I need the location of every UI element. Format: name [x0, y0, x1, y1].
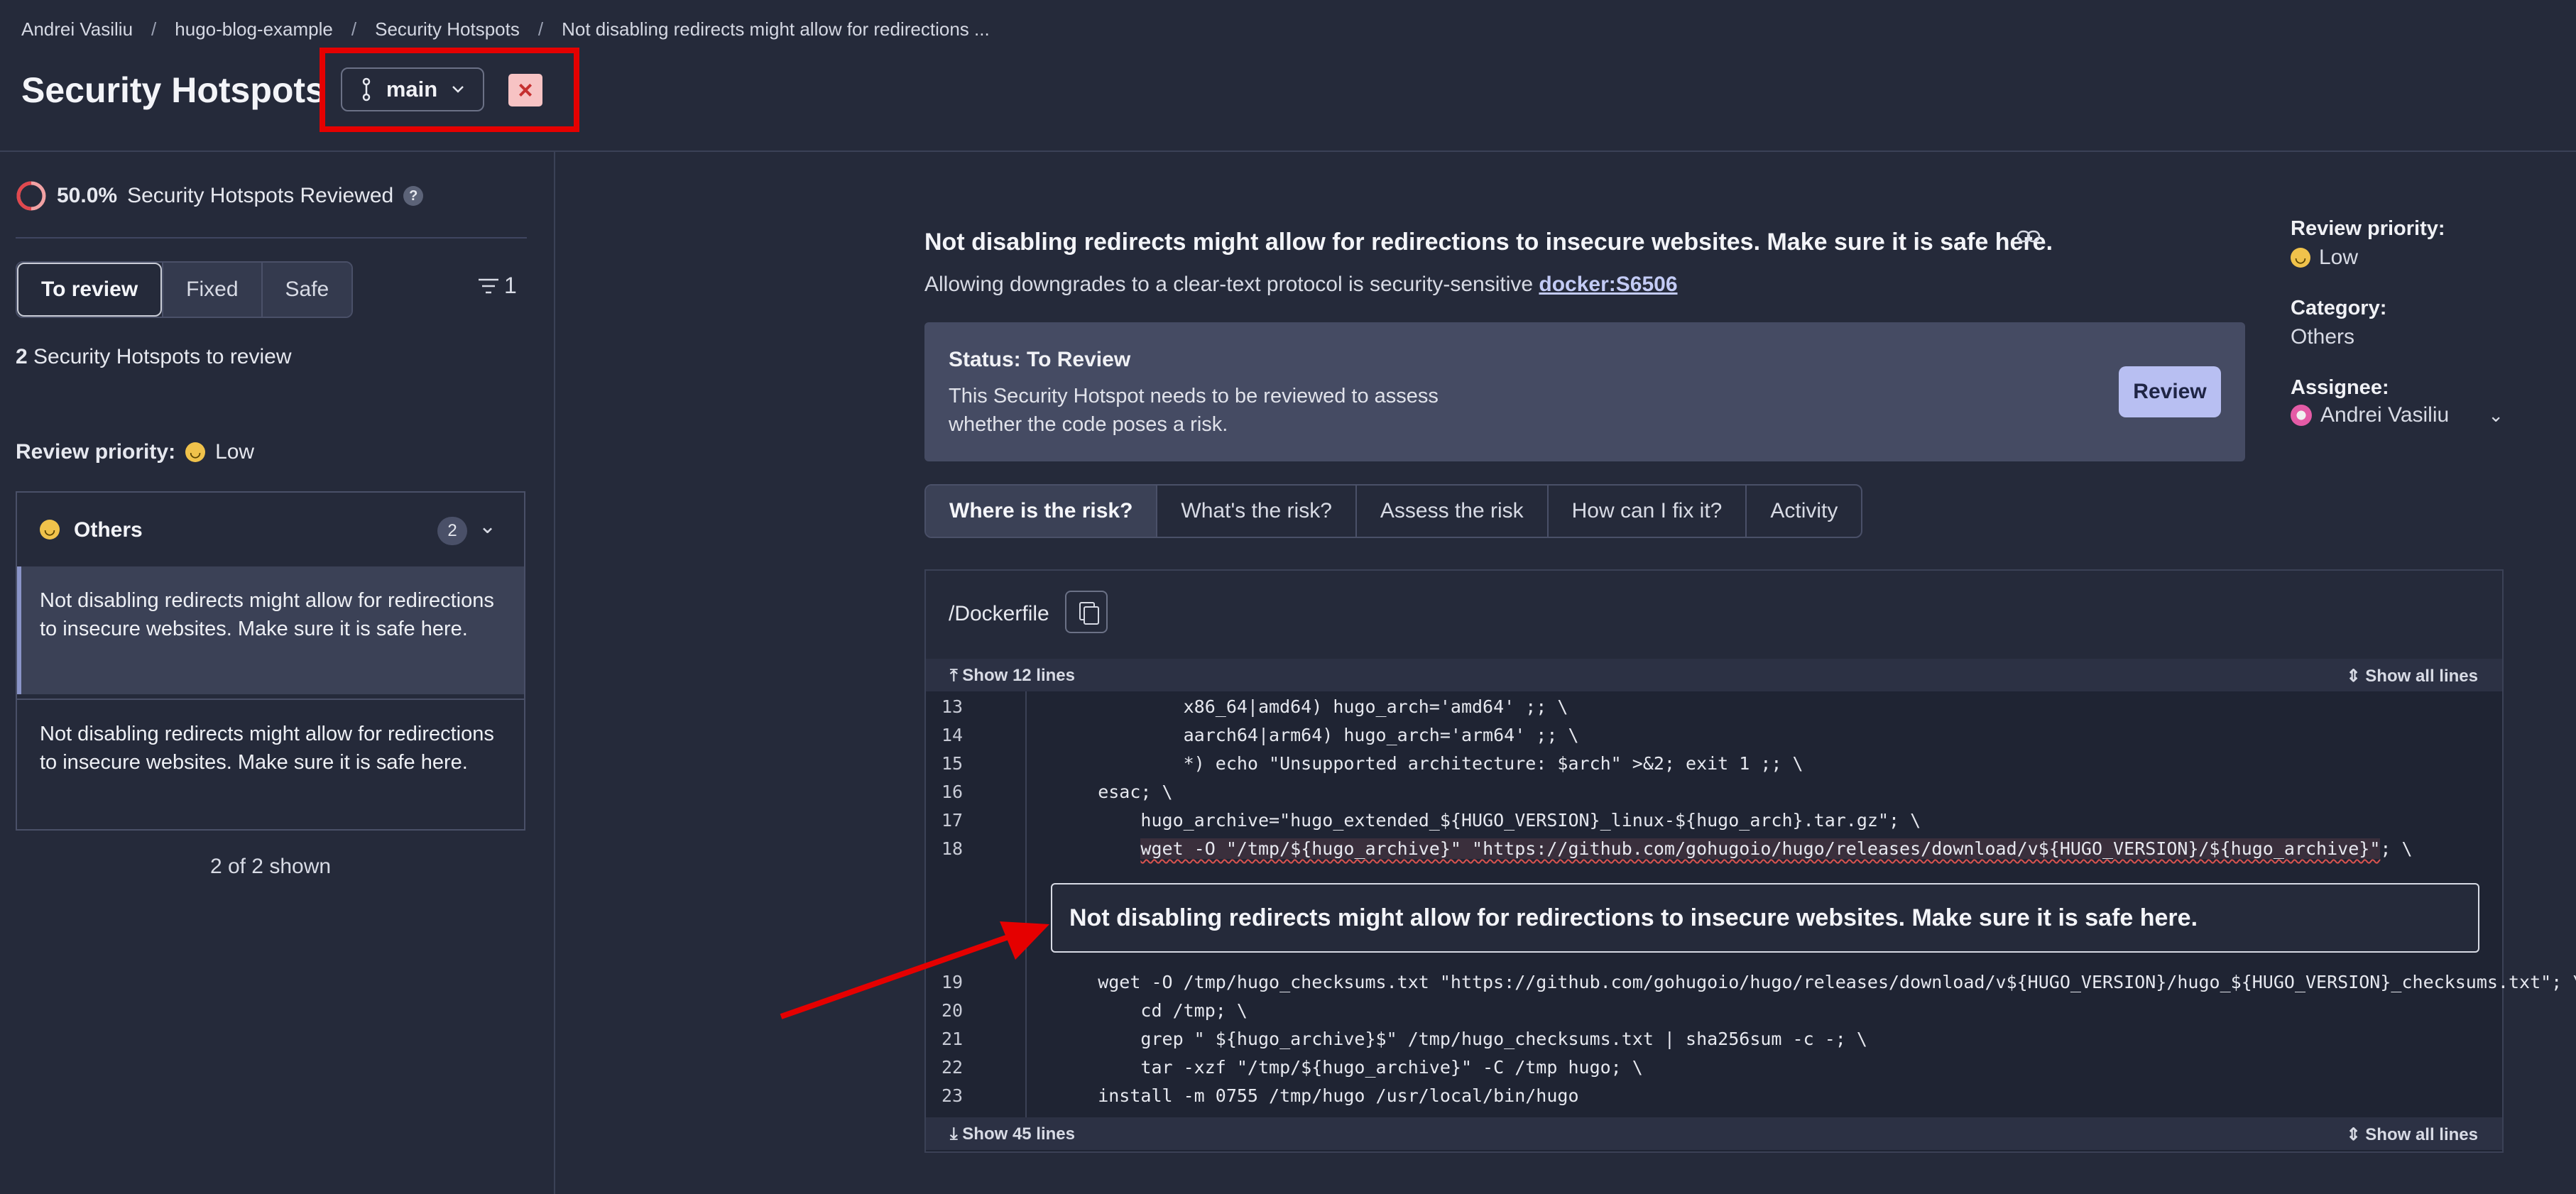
divider	[16, 237, 527, 239]
hotspot-count: 2 Security Hotspots to review	[16, 345, 292, 368]
code-line: 19 wget -O /tmp/hugo_checksums.txt "http…	[942, 972, 2576, 992]
code-line: 14 aarch64|arm64) hugo_arch='arm64' ;; \	[942, 725, 1579, 745]
breadcrumb: Andrei Vasiliu / hugo-blog-example / Sec…	[21, 18, 990, 40]
hotspot-list-item[interactable]: Not disabling redirects might allow for …	[17, 566, 524, 694]
category-header[interactable]: ◡ Others 2 ⌄	[17, 493, 524, 566]
status-box: Status: To Review This Security Hotspot …	[924, 322, 2245, 461]
progress-ring-icon	[16, 181, 46, 211]
chevron-down-icon: ⌄	[2488, 404, 2504, 426]
show-all-lines-button[interactable]: ⇕ Show all lines	[2347, 1124, 2479, 1145]
annotation-arrow	[780, 921, 1049, 1019]
shown-count: 2 of 2 shown	[209, 855, 332, 878]
hotspot-tabs: Where is the risk? What's the risk? Asse…	[924, 484, 1863, 538]
tab-fixed[interactable]: Fixed	[162, 263, 261, 317]
status-filter-tabs: To review Fixed Safe	[16, 261, 354, 318]
low-priority-icon: ◡	[40, 520, 60, 540]
category-panel: ◡ Others 2 ⌄ Not disabling redirects mig…	[16, 491, 525, 831]
progress-percent: 50.0%	[57, 184, 118, 207]
tab-whats-the-risk[interactable]: What's the risk?	[1156, 486, 1355, 537]
low-priority-icon: ◡	[185, 442, 206, 462]
file-path: /Dockerfile	[949, 602, 1049, 625]
code-line: 16 esac; \	[942, 782, 1173, 802]
rule-description: Allowing downgrades to a clear-text prot…	[924, 273, 1678, 296]
code-line: 17 hugo_archive="hugo_extended_${HUGO_VE…	[942, 810, 1921, 831]
show-all-lines-button[interactable]: ⇕ Show all lines	[2347, 666, 2479, 686]
progress-label: Security Hotspots Reviewed	[127, 184, 394, 207]
breadcrumb-current: Not disabling redirects might allow for …	[562, 18, 990, 40]
show-lines-below-button[interactable]: ⤓ Show 45 lines	[950, 1124, 1075, 1144]
review-button[interactable]: Review	[2119, 366, 2221, 417]
copy-icon[interactable]	[1065, 591, 1108, 633]
low-priority-icon: ◡	[2291, 248, 2310, 268]
tab-how-can-i-fix-it[interactable]: How can I fix it?	[1546, 486, 1746, 537]
flagged-code-line: 18 wget -O "/tmp/${hugo_archive}" "https…	[942, 838, 2413, 859]
page-title: Security Hotspots	[21, 70, 325, 110]
annotation-highlight-box	[320, 48, 579, 132]
breadcrumb-user[interactable]: Andrei Vasiliu	[21, 18, 133, 40]
code-line: 21 grep " ${hugo_archive}$" /tmp/hugo_ch…	[942, 1029, 1867, 1049]
help-icon[interactable]: ?	[403, 186, 424, 206]
code-viewer: /Dockerfile ⤒ Show 12 lines ⇕ Show all l…	[924, 569, 2576, 1153]
code-line: 22 tar -xzf "/tmp/${hugo_archive}" -C /t…	[942, 1057, 1643, 1078]
code-line: 15 *) echo "Unsupported architecture: $a…	[942, 753, 1803, 774]
category-count-badge: 2	[437, 517, 467, 545]
code-line: 13 x86_64|amd64) hugo_arch='amd64' ;; \	[942, 696, 1568, 717]
review-priority-value: ◡ Low	[2291, 246, 2358, 270]
link-icon[interactable]	[2016, 226, 2041, 250]
breadcrumb-hotspots[interactable]: Security Hotspots	[375, 18, 520, 40]
status-title: Status: To Review	[949, 348, 1131, 371]
hotspot-title: Not disabling redirects might allow for …	[924, 229, 2053, 256]
code-header: /Dockerfile	[926, 571, 2502, 659]
rule-link[interactable]: docker:S6506	[1539, 273, 1677, 296]
show-lines-above-button[interactable]: ⤒ Show 12 lines	[950, 666, 1075, 686]
tab-assess-the-risk[interactable]: Assess the risk	[1355, 486, 1547, 537]
assignee-selector[interactable]: Andrei Vasiliu ⌄	[2291, 403, 2504, 427]
filter-button[interactable]: 1	[477, 273, 517, 299]
expand-below: ⤓ Show 45 lines ⇕ Show all lines	[926, 1117, 2502, 1150]
chevron-down-icon: ⌄	[479, 515, 497, 538]
code-line: 20 cd /tmp; \	[942, 1000, 1248, 1021]
avatar	[2291, 405, 2312, 426]
expand-above: ⤒ Show 12 lines ⇕ Show all lines	[926, 659, 2502, 691]
category-value: Others	[2291, 325, 2355, 349]
flagged-code-highlight: wget -O "/tmp/${hugo_archive}" "https://…	[1140, 838, 2381, 859]
filter-count: 1	[504, 273, 517, 298]
review-priority-heading: Review priority: ◡ Low	[16, 440, 255, 464]
status-text: This Security Hotspot needs to be review…	[949, 385, 1439, 436]
tab-to-review[interactable]: To review	[17, 263, 163, 317]
assignee-label: Assignee:	[2291, 376, 2389, 399]
hotspot-list-item[interactable]: Not disabling redirects might allow for …	[17, 699, 524, 826]
review-priority-label: Review priority:	[2291, 217, 2445, 240]
tab-safe[interactable]: Safe	[261, 263, 352, 317]
issue-message-box: Not disabling redirects might allow for …	[1051, 883, 2479, 953]
code-line: 23 install -m 0755 /tmp/hugo /usr/local/…	[942, 1085, 1579, 1106]
category-name: Others	[74, 518, 143, 542]
review-progress: 50.0% Security Hotspots Reviewed ?	[16, 180, 424, 212]
filter-icon	[479, 278, 498, 293]
breadcrumb-project[interactable]: hugo-blog-example	[175, 18, 333, 40]
tab-where-is-the-risk[interactable]: Where is the risk?	[926, 486, 1157, 537]
tab-activity[interactable]: Activity	[1745, 486, 1861, 537]
category-label: Category:	[2291, 297, 2387, 319]
